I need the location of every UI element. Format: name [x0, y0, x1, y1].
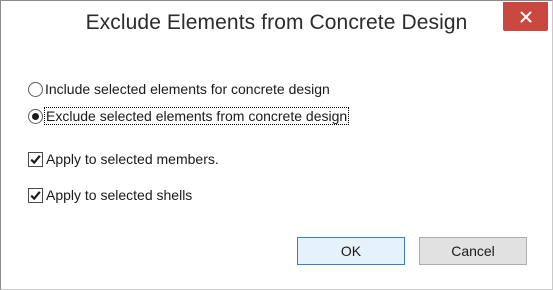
apply-members-label: Apply to selected members. — [46, 151, 219, 167]
ok-button[interactable]: OK — [297, 237, 405, 265]
include-label: Include selected elements for concrete d… — [45, 81, 330, 97]
exclude-radio-option[interactable]: Exclude selected elements from concrete … — [28, 106, 350, 126]
close-icon — [520, 11, 531, 22]
apply-shells-checkbox[interactable] — [28, 187, 43, 203]
exclude-radio[interactable] — [28, 108, 43, 124]
apply-members-option[interactable]: Apply to selected members. — [28, 149, 219, 169]
apply-shells-option[interactable]: Apply to selected shells — [28, 185, 192, 205]
include-radio-option[interactable]: Include selected elements for concrete d… — [28, 79, 330, 99]
title-bar[interactable]: Exclude Elements from Concrete Design — [1, 1, 552, 45]
exclude-label: Exclude selected elements from concrete … — [43, 107, 350, 125]
include-radio[interactable] — [28, 81, 43, 97]
apply-members-checkbox[interactable] — [28, 151, 43, 167]
checkmark-icon — [30, 190, 41, 200]
close-button[interactable] — [503, 2, 548, 31]
dialog-title: Exclude Elements from Concrete Design — [85, 11, 468, 34]
apply-shells-label: Apply to selected shells — [46, 187, 193, 203]
checkmark-icon — [30, 154, 41, 164]
cancel-button[interactable]: Cancel — [419, 237, 527, 265]
